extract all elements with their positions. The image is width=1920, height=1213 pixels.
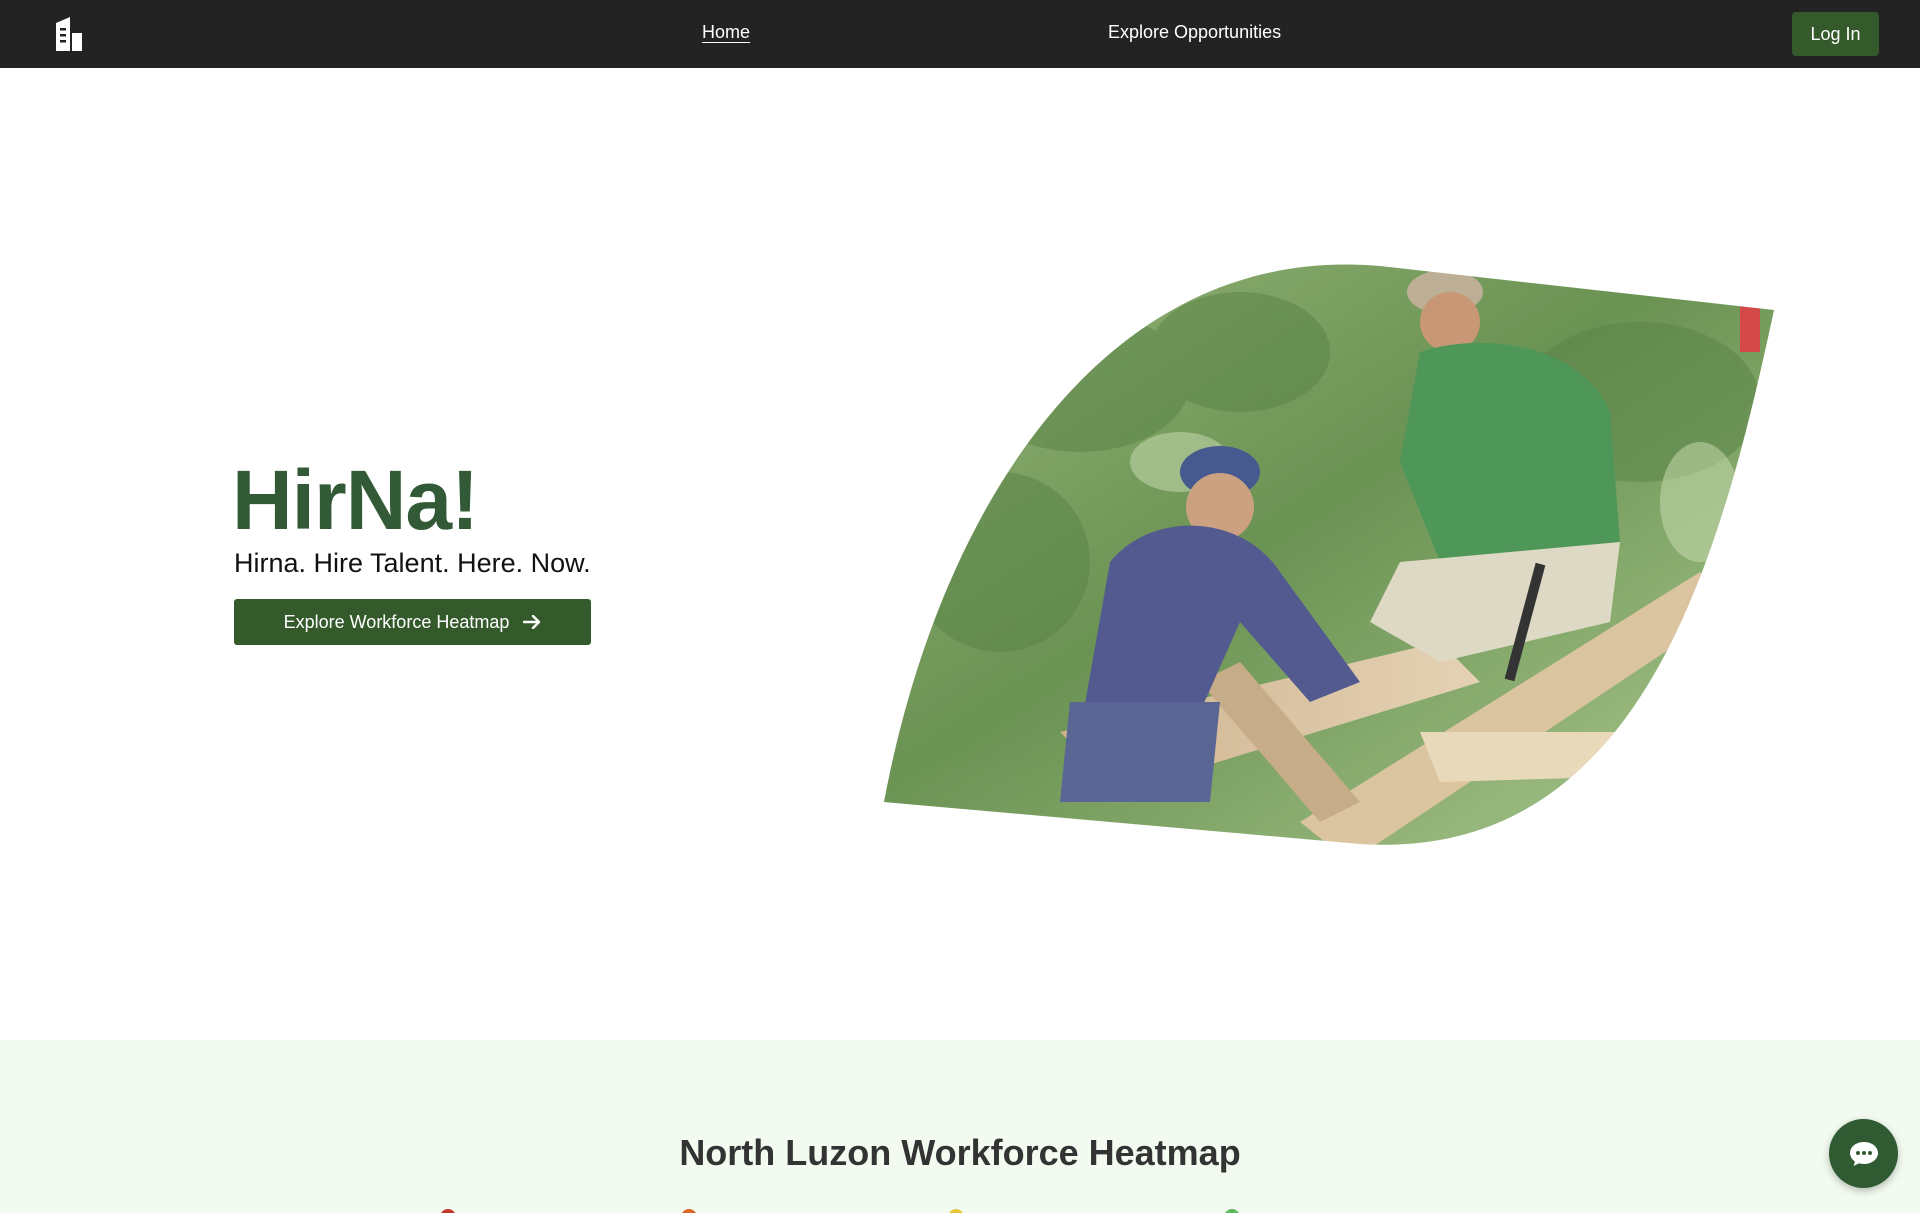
- nav-link-home[interactable]: Home: [702, 22, 750, 43]
- heatmap-title: North Luzon Workforce Heatmap: [679, 1132, 1241, 1173]
- explore-heatmap-label: Explore Workforce Heatmap: [283, 611, 510, 632]
- legend-dot: [681, 1209, 697, 1213]
- building-icon[interactable]: [54, 17, 84, 51]
- hero-subtitle: Hirna. Hire Talent. Here. Now.: [234, 548, 591, 578]
- heatmap-section: North Luzon Workforce Heatmap: [0, 1040, 1920, 1213]
- legend-dot: [948, 1209, 964, 1213]
- chat-icon: [1849, 1141, 1878, 1166]
- chat-button[interactable]: [1829, 1119, 1898, 1188]
- login-button[interactable]: Log In: [1792, 12, 1879, 56]
- arrow-right-icon: [523, 615, 541, 629]
- legend-dot: [440, 1209, 456, 1213]
- top-navbar: Home Explore Opportunities Log In: [0, 0, 1920, 68]
- legend-dot: [1224, 1209, 1240, 1213]
- hero-photo: [884, 264, 1774, 845]
- explore-heatmap-button[interactable]: Explore Workforce Heatmap: [234, 599, 591, 645]
- nav-link-explore-opportunities[interactable]: Explore Opportunities: [1108, 22, 1281, 43]
- hero-title: HirNa!: [232, 453, 479, 547]
